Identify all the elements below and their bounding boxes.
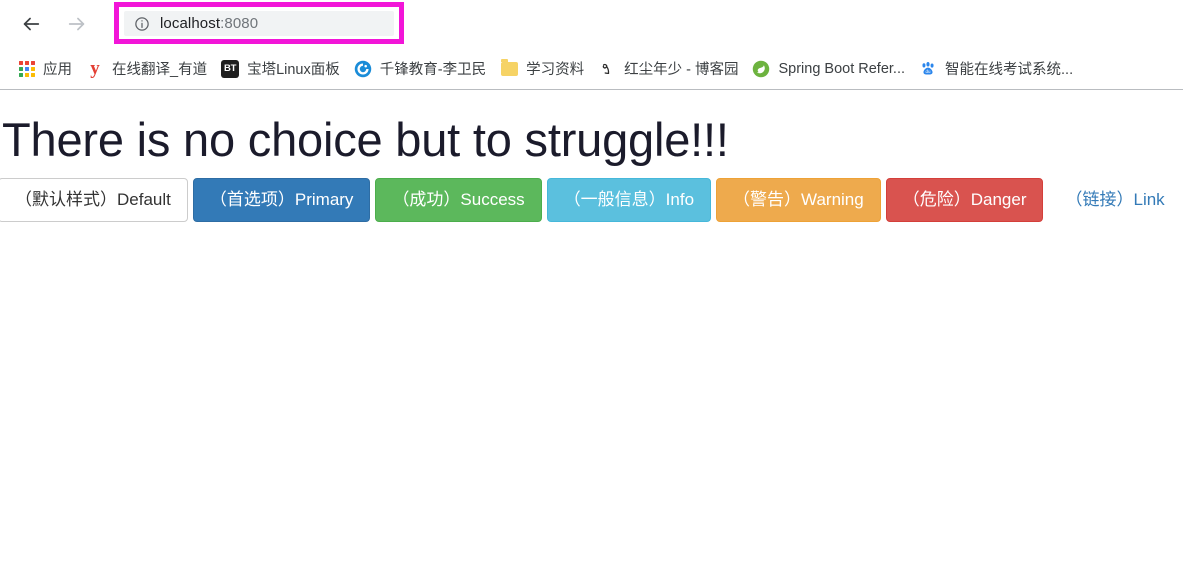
folder-icon — [500, 58, 518, 78]
button-group: （默认样式）Default （首选项）Primary （成功）Success （… — [0, 178, 1183, 222]
arrow-left-icon — [20, 13, 42, 35]
spring-icon — [752, 60, 770, 78]
forward-button[interactable] — [60, 7, 94, 41]
bookmark-label: 在线翻译_有道 — [112, 62, 208, 78]
button-link[interactable]: （链接）Link — [1048, 178, 1181, 222]
address-host: localhost — [160, 15, 221, 32]
button-info[interactable]: （一般信息）Info — [546, 178, 712, 222]
button-default[interactable]: （默认样式）Default — [0, 178, 188, 222]
arrow-right-icon — [66, 13, 88, 35]
apps-grid-icon — [19, 60, 35, 77]
info-circle-icon[interactable] — [134, 16, 150, 32]
button-primary[interactable]: （首选项）Primary — [192, 178, 371, 222]
bookmark-bt-panel[interactable]: BT 宝塔Linux面板 — [214, 56, 347, 82]
svg-text:du: du — [926, 69, 932, 74]
back-button[interactable] — [14, 7, 48, 41]
bookmark-study-materials[interactable]: 学习资料 — [493, 56, 591, 82]
qianfeng-icon — [354, 60, 372, 78]
browser-toolbar: localhost:8080 — [0, 0, 1183, 48]
bookmark-online-exam-system[interactable]: du 智能在线考试系统... — [912, 56, 1080, 82]
youdao-icon: y — [90, 57, 100, 79]
button-warning[interactable]: （警告）Warning — [716, 178, 881, 222]
bookmark-label: 学习资料 — [526, 62, 585, 78]
address-bar[interactable]: localhost:8080 — [124, 11, 394, 36]
bookmark-label: 红尘年少 - 博客园 — [624, 62, 739, 78]
bookmark-apps[interactable]: 应用 — [12, 56, 79, 82]
bookmarks-bar: 应用 y 在线翻译_有道 BT 宝塔Linux面板 千锋教育-李卫民 学习资料 … — [0, 48, 1183, 89]
page-content: There is no choice but to struggle!!! （默… — [0, 90, 1183, 577]
page-title: There is no choice but to struggle!!! — [2, 113, 729, 166]
bookmark-cnblogs[interactable]: 红尘年少 - 博客园 — [591, 56, 745, 82]
bookmark-qianfeng[interactable]: 千锋教育-李卫民 — [347, 56, 493, 82]
browser-chrome: localhost:8080 应用 y 在线翻译_有道 BT 宝塔Linux面板 — [0, 0, 1183, 90]
button-danger[interactable]: （危险）Danger — [885, 178, 1044, 222]
bookmark-label: 应用 — [43, 62, 72, 78]
bookmark-label: 智能在线考试系统... — [945, 62, 1074, 78]
address-port: :8080 — [220, 15, 259, 32]
bookmark-label: 千锋教育-李卫民 — [379, 62, 487, 78]
cnblogs-icon — [598, 60, 616, 78]
bookmark-label: Spring Boot Refer... — [778, 60, 906, 77]
baidu-icon: du — [919, 60, 937, 78]
address-bar-text: localhost:8080 — [160, 15, 258, 32]
bt-panel-icon: BT — [221, 59, 240, 78]
button-success[interactable]: （成功）Success — [375, 178, 542, 222]
bookmark-spring-boot-reference[interactable]: Spring Boot Refer... — [745, 56, 912, 82]
bookmark-youdao[interactable]: y 在线翻译_有道 — [79, 56, 214, 82]
bookmark-label: 宝塔Linux面板 — [247, 62, 340, 78]
